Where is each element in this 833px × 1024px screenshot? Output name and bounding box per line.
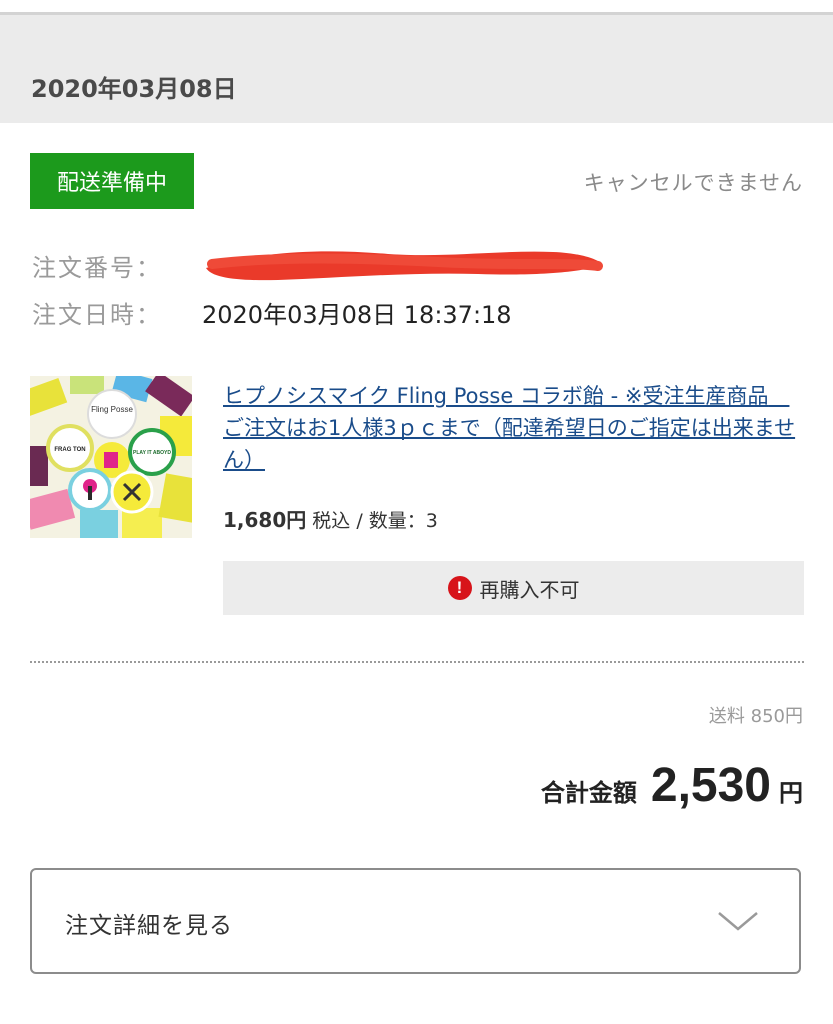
order-detail-label: 注文詳細を見る	[65, 913, 233, 939]
price-quantity: 1,680円 税込 / 数量：3	[223, 504, 438, 533]
order-number-row: 注文番号：	[32, 248, 202, 283]
shipping-fee: 送料 850円	[708, 706, 803, 727]
order-number-label: 注文番号：	[32, 254, 162, 282]
status-badge: 配送準備中	[30, 153, 194, 209]
product-image[interactable]: Fling Posse FRAG TON PLAY IT ABOYD	[30, 376, 192, 538]
product-title-link[interactable]: ヒプノシスマイク Fling Posse コラボ飴 - ※受注生産商品 ご注文は…	[223, 380, 798, 476]
svg-text:FRAG TON: FRAG TON	[54, 447, 85, 453]
unit-price: 1,680円	[223, 508, 307, 532]
cancel-unavailable-note: キャンセルできません	[583, 171, 803, 195]
order-detail-button[interactable]: 注文詳細を見る	[30, 868, 801, 974]
order-datetime: 2020年03月08日 18:37:18	[202, 301, 512, 329]
tax-quantity-text: 税込 / 数量：3	[306, 510, 438, 532]
redaction-scribble	[206, 251, 603, 281]
rebuy-notice-text: 再購入不可	[479, 577, 580, 602]
order-header-date: 2020年03月08日	[31, 75, 237, 103]
total-label: 合計金額	[540, 779, 637, 807]
order-date-header: 2020年03月08日	[0, 15, 833, 123]
total-amount: 2,530	[650, 759, 771, 812]
svg-text:Fling Posse: Fling Posse	[91, 405, 133, 414]
svg-text:PLAY IT ABOYD: PLAY IT ABOYD	[133, 450, 171, 456]
dotted-divider	[30, 661, 804, 663]
rebuy-unavailable-notice: ! 再購入不可	[223, 561, 804, 615]
alert-icon: !	[447, 576, 472, 600]
order-date-row: 注文日時： 2020年03月08日 18:37:18	[32, 295, 512, 330]
order-total: 合計金額 2,530 円	[541, 758, 803, 813]
order-date-label: 注文日時：	[32, 301, 162, 329]
total-currency: 円	[779, 779, 803, 807]
chevron-down-icon	[718, 912, 758, 931]
